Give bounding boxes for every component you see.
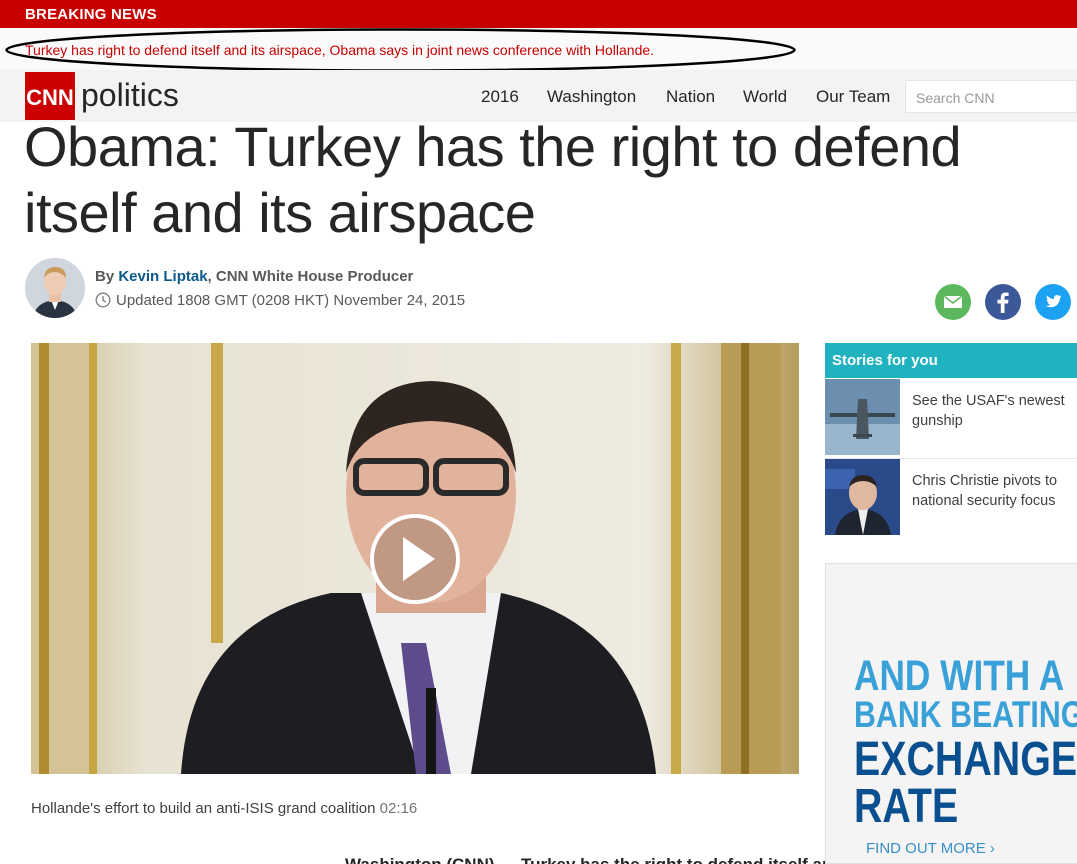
story-thumbnail [825, 459, 900, 535]
nav-item-our-team[interactable]: Our Team [816, 87, 890, 107]
page-title: Obama: Turkey has the right to defend it… [24, 115, 962, 244]
stories-title: Stories for you [832, 352, 938, 369]
ad-cta-link[interactable]: FIND OUT MORE › [866, 840, 995, 857]
byline: By Kevin Liptak, CNN White House Produce… [95, 268, 413, 285]
advertisement[interactable]: AND WITH A BANK BEATING EXCHANGE RATE FI… [825, 563, 1077, 864]
author-avatar[interactable] [25, 258, 85, 318]
story-title[interactable]: Chris Christie pivots to national securi… [912, 471, 1077, 511]
ad-line-2: BANK BEATING [854, 694, 1077, 735]
updated-text: Updated 1808 GMT (0208 HKT) November 24,… [116, 292, 466, 309]
clock-icon [95, 292, 111, 308]
logo-section-text: politics [81, 77, 179, 113]
search-input[interactable]: Search CNN [905, 80, 1077, 113]
author-link[interactable]: Kevin Liptak [118, 268, 207, 285]
author-title: , CNN White House Producer [207, 268, 414, 285]
ad-cta-text: FIND OUT MORE [866, 840, 986, 857]
chevron-right-icon: › [989, 840, 995, 857]
video-caption-text: Hollande's effort to build an anti-ISIS … [31, 800, 376, 817]
story-item[interactable]: Chris Christie pivots to national securi… [825, 459, 1077, 535]
breaking-news-headline[interactable]: Turkey has right to defend itself and it… [25, 42, 654, 58]
twitter-icon [1035, 284, 1071, 320]
video-thumbnail [31, 343, 799, 774]
nav-item-world[interactable]: World [743, 87, 787, 107]
story-thumbnail [825, 379, 900, 455]
breaking-news-bar [0, 0, 1077, 28]
logo-cnn-text: CNN [26, 85, 74, 110]
updated-timestamp: Updated 1808 GMT (0208 HKT) November 24,… [95, 292, 465, 309]
story-item[interactable]: See the USAF's newest gunship [825, 379, 1077, 455]
video-caption: Hollande's effort to build an anti-ISIS … [31, 800, 417, 817]
ad-line-4: RATE [854, 780, 959, 833]
breaking-news-label: BREAKING NEWS [25, 6, 157, 23]
facebook-icon [985, 284, 1021, 320]
facebook-share-button[interactable] [985, 284, 1021, 320]
nav-item-nation[interactable]: Nation [666, 87, 715, 107]
byline-prefix: By [95, 268, 119, 285]
story-title[interactable]: See the USAF's newest gunship [912, 391, 1077, 431]
nav-item-2016[interactable]: 2016 [481, 87, 519, 107]
cnn-politics-logo[interactable]: CNN politics [25, 72, 195, 120]
video-player[interactable] [31, 343, 799, 774]
video-duration: 02:16 [379, 800, 418, 817]
twitter-share-button[interactable] [1035, 284, 1071, 320]
email-icon [935, 284, 971, 320]
nav-item-washington[interactable]: Washington [547, 87, 636, 107]
email-share-button[interactable] [935, 284, 971, 320]
